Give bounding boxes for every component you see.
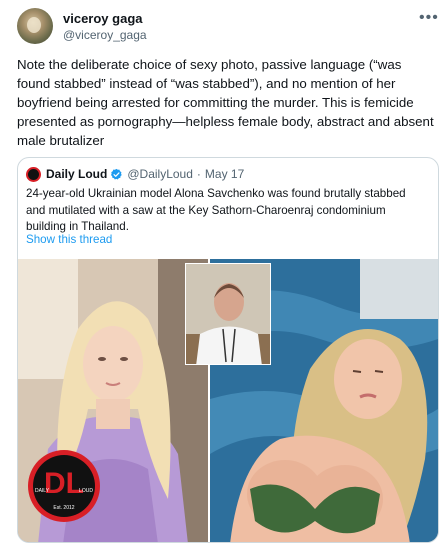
media-grid[interactable]: DL DAILY LOUD Est. 2012 <box>18 259 438 542</box>
quoted-tweet-header: Daily Loud @DailyLoud · May 17 <box>26 166 244 182</box>
svg-text:DAILY: DAILY <box>35 488 50 494</box>
quoted-tweet-text: 24-year-old Ukrainian model Alona Savche… <box>26 187 406 233</box>
svg-text:LOUD: LOUD <box>79 488 93 494</box>
daily-loud-logo: DL DAILY LOUD Est. 2012 <box>28 450 100 522</box>
photo-man-inset[interactable] <box>185 263 271 365</box>
author-avatar[interactable] <box>17 8 53 44</box>
tweet-text: Note the deliberate choice of sexy photo… <box>17 57 434 148</box>
author-handle[interactable]: @viceroy_gaga <box>63 28 147 42</box>
quoted-tweet-date[interactable]: May 17 <box>205 167 244 181</box>
show-thread-link[interactable]: Show this thread <box>26 233 112 246</box>
verified-badge-icon <box>111 168 123 179</box>
photo-woman-purple-jacket[interactable]: DL DAILY LOUD Est. 2012 <box>18 259 208 542</box>
photo-man-inset-art <box>186 264 270 364</box>
more-horizontal-icon[interactable]: ••• <box>419 9 439 27</box>
quoted-author-name[interactable]: Daily Loud <box>46 167 107 181</box>
tweet-header: viceroy gaga @viceroy_gaga ••• <box>0 0 448 52</box>
quoted-tweet[interactable]: Daily Loud @DailyLoud · May 17 24-year-o… <box>17 157 439 543</box>
quoted-author-handle[interactable]: @DailyLoud <box>127 167 193 181</box>
meta-separator: · <box>196 167 201 181</box>
author-name[interactable]: viceroy gaga <box>63 11 143 26</box>
quoted-author-avatar[interactable] <box>26 166 41 182</box>
svg-text:DL: DL <box>44 467 84 500</box>
svg-text:Est. 2012: Est. 2012 <box>53 505 74 511</box>
